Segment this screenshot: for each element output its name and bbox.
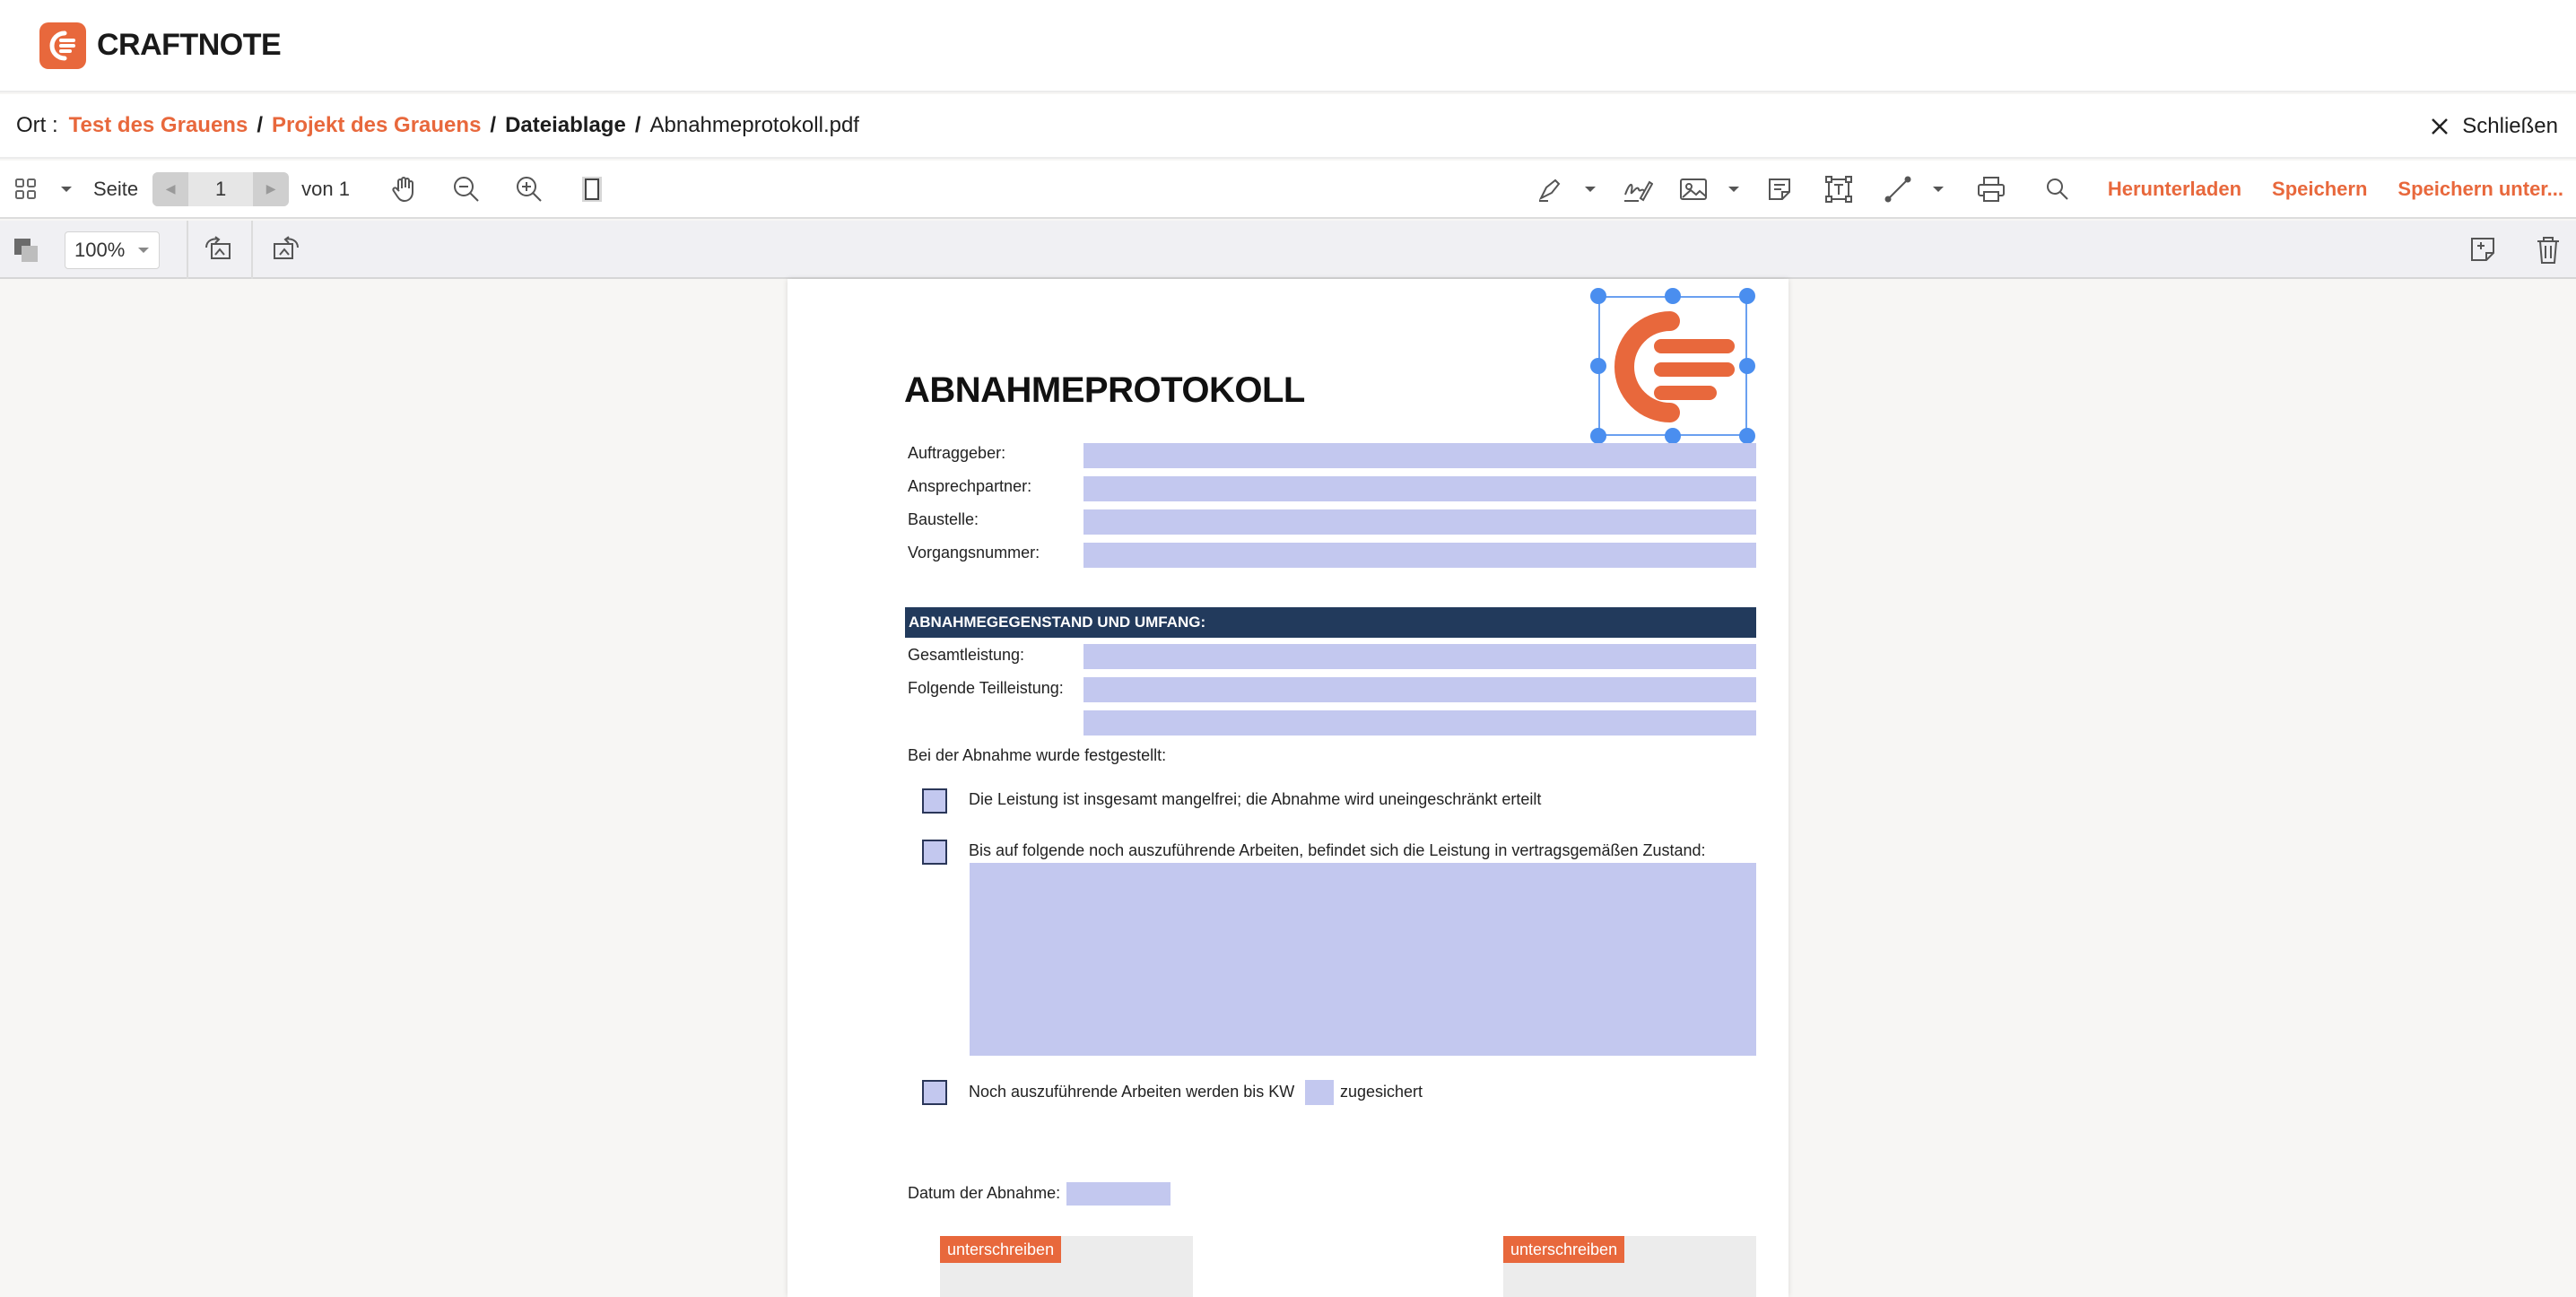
field-label: Gesamtleistung: — [908, 646, 1025, 664]
resize-handle[interactable] — [1590, 428, 1606, 444]
download-button[interactable]: Herunterladen — [2108, 178, 2241, 201]
zoom-out-icon[interactable] — [448, 160, 484, 218]
zoom-in-icon[interactable] — [511, 160, 547, 218]
checkbox-label: Bis auf folgende noch auszuführende Arbe… — [969, 841, 1706, 859]
zoom-value: 100% — [74, 239, 126, 261]
breadcrumb-label: Ort : — [16, 113, 58, 137]
toolbar-divider — [187, 221, 188, 279]
close-icon — [2432, 118, 2449, 135]
sign-button[interactable]: unterschreiben — [1503, 1236, 1625, 1263]
document-title: ABNAHMEPROTOKOLL — [904, 370, 1305, 410]
resize-handle[interactable] — [1739, 428, 1755, 444]
field-label: Auftraggeber: — [908, 444, 1006, 462]
save-as-button[interactable]: Speichern unter... — [2398, 178, 2563, 201]
resize-handle[interactable] — [1739, 358, 1755, 374]
intro-text: Bei der Abnahme wurde festgestellt: — [908, 746, 1167, 764]
field-label: Baustelle: — [908, 510, 979, 528]
partial-service-field[interactable] — [1083, 677, 1756, 702]
page-stepper[interactable]: ◀ 1 ▶ — [152, 171, 290, 206]
signature-field-left[interactable]: unterschreiben — [940, 1236, 1193, 1297]
pan-hand-icon[interactable] — [386, 160, 422, 218]
date-label: Datum der Abnahme: — [908, 1184, 1061, 1202]
breadcrumb-separator: / — [490, 113, 497, 137]
rotate-left-icon[interactable] — [203, 235, 237, 270]
selected-image-annotation[interactable] — [1598, 296, 1747, 436]
print-icon[interactable] — [1973, 160, 2009, 218]
text-box-icon[interactable] — [1821, 160, 1857, 218]
breadcrumb: Ort : Test des Grauens / Projekt des Gra… — [0, 94, 2576, 159]
resize-handle[interactable] — [1590, 358, 1606, 374]
single-page-view-icon[interactable] — [574, 160, 610, 218]
save-button[interactable]: Speichern — [2272, 178, 2367, 201]
highlighter-icon[interactable] — [1532, 160, 1568, 218]
search-icon[interactable] — [2040, 160, 2076, 218]
chevron-down-icon[interactable] — [1726, 160, 1742, 218]
field-label: Vorgangsnummer: — [908, 544, 1040, 561]
trash-icon[interactable] — [2535, 235, 2562, 270]
next-page-icon[interactable]: ▶ — [253, 171, 290, 206]
resize-handle[interactable] — [1665, 288, 1681, 304]
prev-page-icon[interactable]: ◀ — [152, 171, 189, 206]
checkbox-label: Die Leistung ist insgesamt mangelfrei; d… — [969, 790, 1542, 808]
client-field[interactable] — [1083, 443, 1756, 468]
sign-button[interactable]: unterschreiben — [940, 1236, 1062, 1263]
process-number-field[interactable] — [1083, 543, 1756, 568]
signature-field-right[interactable]: unterschreiben — [1503, 1236, 1756, 1297]
checkbox-defect-free[interactable] — [922, 788, 947, 814]
pdf-toolbar: Seite ◀ 1 ▶ von 1 Herunterladen Speicher… — [0, 161, 2576, 219]
checkbox-label: Noch auszuführende Arbeiten werden bis K… — [969, 1083, 1295, 1101]
add-note-icon[interactable] — [2468, 235, 2499, 268]
page-label: Seite — [93, 177, 139, 200]
image-icon[interactable] — [1675, 160, 1711, 218]
resize-handle[interactable] — [1739, 288, 1755, 304]
breadcrumb-item-project[interactable]: Projekt des Grauens — [272, 113, 481, 138]
resize-handle[interactable] — [1665, 428, 1681, 444]
chevron-down-icon[interactable] — [57, 160, 75, 218]
checkbox-deadline[interactable] — [922, 1080, 947, 1105]
rotate-right-icon[interactable] — [267, 235, 301, 270]
breadcrumb-separator: / — [634, 113, 641, 137]
zoom-select[interactable]: 100% — [65, 231, 160, 269]
checkbox-pending-work[interactable] — [922, 840, 947, 865]
line-icon[interactable] — [1880, 160, 1916, 218]
pending-work-textarea[interactable] — [970, 863, 1756, 1056]
note-icon[interactable] — [1762, 160, 1797, 218]
breadcrumb-item-company[interactable]: Test des Grauens — [69, 113, 248, 138]
breadcrumb-item-folder[interactable]: Dateiablage — [505, 113, 626, 138]
logo-image-icon — [1614, 311, 1735, 422]
thumbnails-icon[interactable] — [13, 160, 39, 218]
craftnote-logo-icon[interactable] — [39, 22, 86, 69]
layers-icon[interactable] — [13, 237, 41, 268]
app-header: CRAFTNOTE — [0, 0, 2576, 92]
page-count: von 1 — [301, 177, 350, 200]
signature-icon[interactable] — [1620, 160, 1656, 218]
close-label: Schließen — [2462, 114, 2558, 138]
acceptance-date-field[interactable] — [1066, 1182, 1171, 1206]
field-label: Folgende Teilleistung: — [908, 679, 1064, 697]
breadcrumb-item-file: Abnahmeprotokoll.pdf — [649, 113, 859, 137]
week-field[interactable] — [1305, 1080, 1334, 1105]
close-button[interactable]: Schließen — [2430, 94, 2558, 159]
field-label: Ansprechpartner: — [908, 477, 1032, 495]
breadcrumb-separator: / — [257, 113, 263, 137]
chevron-down-icon[interactable] — [1582, 160, 1598, 218]
pdf-page[interactable]: ABNAHMEPROTOKOLL Auftraggeber: Ansprechp… — [788, 279, 1788, 1297]
total-service-field[interactable] — [1083, 644, 1756, 669]
partial-service-field-2[interactable] — [1083, 710, 1756, 736]
annotation-toolbar: 100% — [0, 221, 2576, 279]
resize-handle[interactable] — [1590, 288, 1606, 304]
section-heading: ABNAHMEGEGENSTAND UND UMFANG: — [905, 607, 1756, 638]
contact-field[interactable] — [1083, 476, 1756, 501]
page-input[interactable]: 1 — [188, 171, 254, 206]
chevron-down-icon — [138, 248, 150, 253]
toolbar-divider — [251, 221, 253, 279]
brand-name: CRAFTNOTE — [97, 28, 282, 62]
chevron-down-icon[interactable] — [1930, 160, 1946, 218]
assured-label: zugesichert — [1340, 1083, 1423, 1101]
site-field[interactable] — [1083, 509, 1756, 535]
